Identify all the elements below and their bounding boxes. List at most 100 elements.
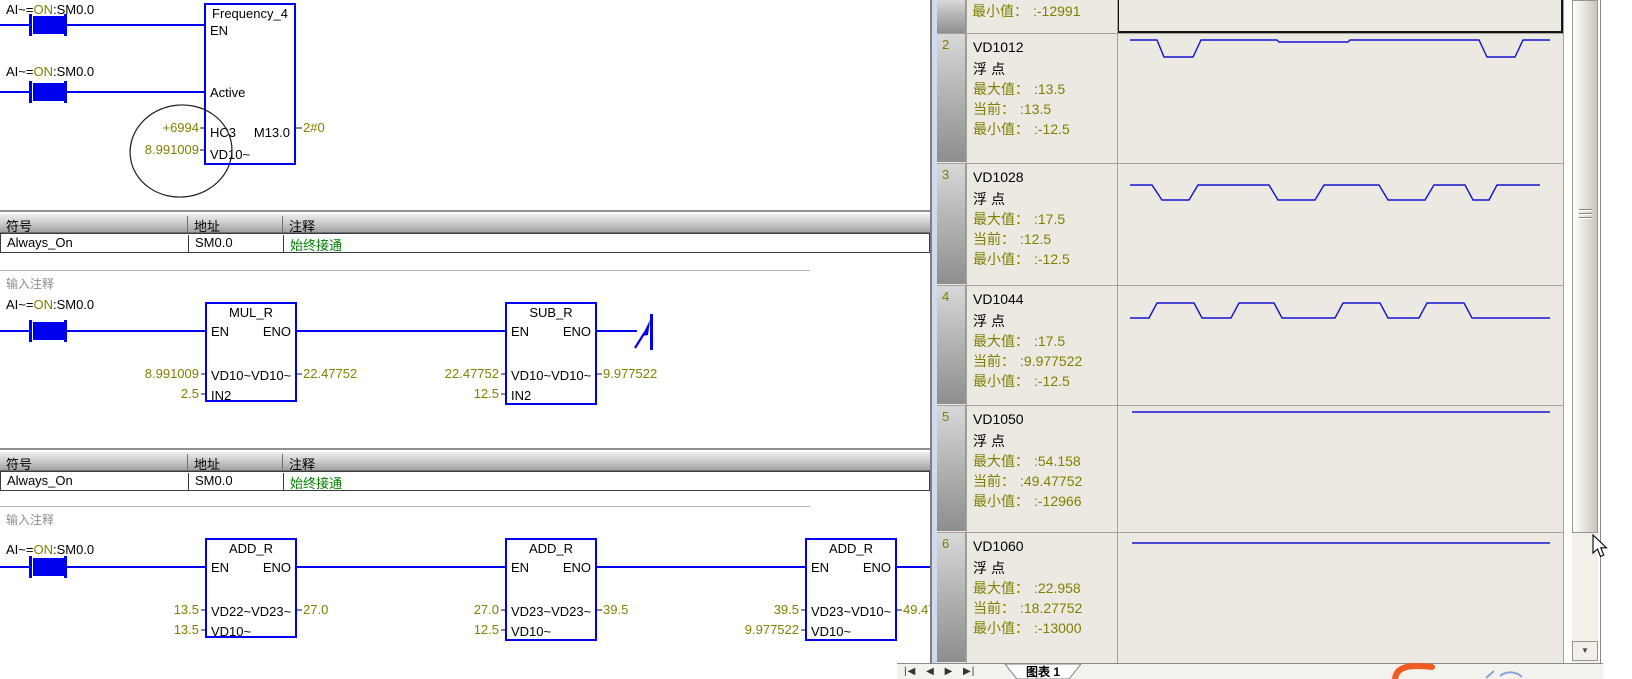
add-r-block-2[interactable]: ADD_R EN ENO VD23~VD23~ VD10~ xyxy=(505,538,597,641)
trend-current-line: 当前：:13.5 xyxy=(973,99,1051,119)
symbol-table-header-cell: 符号 xyxy=(0,454,188,470)
operand-value: 49.47752 xyxy=(903,602,930,617)
pin-in2: IN2 xyxy=(511,388,531,403)
scroll-down-button[interactable]: ▼ xyxy=(1572,641,1598,661)
grid-line xyxy=(937,405,1563,406)
tab-navigation: |◀ ◀ ▶ ▶| xyxy=(901,666,978,677)
symbol-table-header-cell: 地址 xyxy=(188,216,283,232)
comment-cell: 始终接通 xyxy=(284,235,930,252)
operand-value: 39.5 xyxy=(718,602,799,617)
trend-row-number[interactable]: 4 xyxy=(937,285,966,404)
tick xyxy=(597,373,602,375)
address-cell: SM0.0 xyxy=(189,473,284,490)
address-cell: SM0.0 xyxy=(189,235,284,252)
grid-line xyxy=(937,532,1563,533)
operand-value: 12.5 xyxy=(418,622,499,637)
pin-en: EN xyxy=(211,560,229,575)
pin-eno: ENO xyxy=(563,324,591,339)
add-r-block-1[interactable]: ADD_R EN ENO VD22~VD23~ VD10~ xyxy=(205,538,297,638)
grid-line xyxy=(937,33,1563,34)
block-title: ADD_R xyxy=(807,541,895,556)
blue-marker-annotation xyxy=(1484,668,1528,679)
tick xyxy=(801,609,805,611)
input-comment-label: 输入注释 xyxy=(6,275,54,292)
operand-value: 9.977522 xyxy=(718,622,799,637)
trend-row-info[interactable]: VD1050 浮点 最大值：:54.158 当前：:49.47752 最小值：:… xyxy=(966,405,1117,531)
window-border xyxy=(1600,0,1601,679)
last-tab-button[interactable]: ▶| xyxy=(963,666,975,677)
pin-in1-out: VD23~VD23~ xyxy=(511,604,591,619)
trend-max-line: 最大值：:13.5 xyxy=(973,79,1065,99)
wire xyxy=(597,566,805,568)
trend-min-line: 最小值：:-12966 xyxy=(973,491,1081,511)
trend-row-info[interactable]: VD1044 浮点 最大值：:17.5 当前：:9.977522 最小值：:-1… xyxy=(966,285,1117,404)
trend-row-info[interactable]: VD1012 浮点 最大值：:13.5 当前：:13.5 最小值：:-12.5 xyxy=(966,33,1117,162)
symbol-table-row: Always_On SM0.0 始终接通 xyxy=(0,471,930,491)
grid-line xyxy=(1117,0,1118,663)
tick xyxy=(801,629,805,631)
contact-energized-fill[interactable] xyxy=(33,83,64,101)
trend-current-line: 当前：:12.5 xyxy=(973,229,1051,249)
rung-continuation-arrow-icon xyxy=(634,312,658,352)
trend-row-number[interactable]: 5 xyxy=(937,405,966,531)
contact-energized-fill[interactable] xyxy=(33,558,64,576)
symbol-cell: Always_On xyxy=(1,235,189,252)
down-arrow-icon: ▼ xyxy=(1581,646,1589,655)
pin-en: EN xyxy=(210,23,228,38)
trend-row-info[interactable]: VD1060 浮点 最大值：:22.958 当前：:18.27752 最小值：:… xyxy=(966,532,1117,662)
ladder-editor-pane[interactable]: AI~=ON:SM0.0 AI~=ON:SM0.0 Frequency_4 EN… xyxy=(0,0,930,679)
trend-variable-name: VD1044 xyxy=(973,291,1024,307)
separator xyxy=(0,506,810,507)
hand-drawn-circle-annotation xyxy=(128,102,240,202)
first-tab-button[interactable]: |◀ xyxy=(904,666,916,677)
trend-row-number[interactable]: 6 xyxy=(937,532,966,662)
trend-variable-type: 浮点 xyxy=(973,59,1009,79)
block-title: ADD_R xyxy=(507,541,595,556)
wire xyxy=(67,24,204,26)
trend-min-line: 最小值：:-12.5 xyxy=(973,119,1070,139)
tick xyxy=(897,609,902,611)
trend-current-line: 当前：:18.27752 xyxy=(973,598,1082,618)
contact-energized-fill[interactable] xyxy=(33,16,64,34)
pin-en: EN xyxy=(811,560,829,575)
selected-cell-border[interactable] xyxy=(1117,0,1563,33)
contact-energized-fill[interactable] xyxy=(33,322,64,340)
contact-operand-label: AI~=ON:SM0.0 xyxy=(6,2,94,17)
pin-out: M13.0 xyxy=(254,125,290,140)
pin-en: EN xyxy=(511,324,529,339)
wire xyxy=(897,566,930,568)
next-tab-button[interactable]: ▶ xyxy=(945,666,954,677)
trend-row-number[interactable]: 3 xyxy=(937,163,966,284)
block-title: ADD_R xyxy=(207,541,295,556)
operand-value: 39.5 xyxy=(603,602,628,617)
pin-eno: ENO xyxy=(563,560,591,575)
symbol-table-header: 符号 地址 注释 xyxy=(0,451,930,471)
pin-en: EN xyxy=(211,324,229,339)
add-r-block-3[interactable]: ADD_R EN ENO VD23~VD10~ VD10~ xyxy=(805,538,897,641)
symbol-table-header-cell: 符号 xyxy=(0,216,188,232)
trend-chart-panel: 最小值：:-12991 2 VD1012 浮点 最大值：:13.5 当前：:13… xyxy=(937,0,1603,679)
app-window: AI~=ON:SM0.0 AI~=ON:SM0.0 Frequency_4 EN… xyxy=(0,0,1632,679)
block-title: MUL_R xyxy=(207,305,295,320)
symbol-table-header-cell: 注释 xyxy=(283,216,930,232)
prev-tab-button[interactable]: ◀ xyxy=(926,666,935,677)
pin-in2: VD10~ xyxy=(211,624,251,639)
pin-in2: IN2 xyxy=(211,388,231,403)
tick xyxy=(501,373,505,375)
trend-max-line: 最大值：:17.5 xyxy=(973,209,1065,229)
scrollbar-grip-icon xyxy=(1579,209,1592,211)
contact-operand-label: AI~=ON:SM0.0 xyxy=(6,297,94,312)
chart-sheet-tab[interactable]: 图表 1 xyxy=(1003,664,1083,679)
sub-r-block[interactable]: SUB_R EN ENO VD10~VD10~ IN2 xyxy=(505,302,597,405)
trend-row-number[interactable] xyxy=(937,0,966,33)
contact-bar xyxy=(29,14,32,36)
wire xyxy=(0,91,29,93)
mul-r-block[interactable]: MUL_R EN ENO VD10~VD10~ IN2 xyxy=(205,302,297,402)
vertical-scrollbar-thumb[interactable] xyxy=(1572,0,1598,533)
trend-row-info[interactable]: VD1028 浮点 最大值：:17.5 当前：:12.5 最小值：:-12.5 xyxy=(966,163,1117,284)
pin-in2: VD10~ xyxy=(511,624,551,639)
trend-max-line: 最大值：:22.958 xyxy=(973,578,1081,598)
trend-row-number[interactable]: 2 xyxy=(937,33,966,162)
network-separator xyxy=(0,210,930,212)
pin-eno: ENO xyxy=(263,324,291,339)
